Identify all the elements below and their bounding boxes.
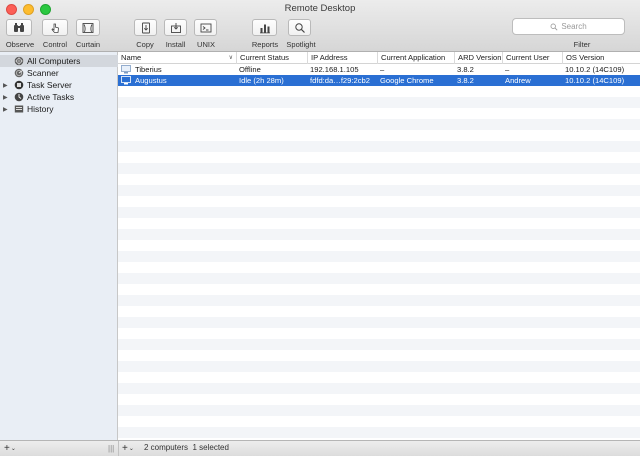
column-header-user[interactable]: Current User — [502, 52, 562, 64]
list-background — [118, 64, 640, 440]
task-server-icon — [14, 80, 24, 90]
sidebar-item-label: Scanner — [27, 68, 59, 78]
unix-label: UNIX — [197, 40, 215, 49]
column-header-os-version[interactable]: OS Version — [562, 52, 640, 64]
observe-button[interactable] — [6, 19, 32, 36]
sort-descending-icon: ∨ — [228, 55, 233, 61]
spotlight-button[interactable] — [288, 19, 311, 36]
resize-handle-icon[interactable]: ||| — [108, 442, 114, 455]
column-header-ip[interactable]: IP Address — [307, 52, 377, 64]
sidebar-item-all-computers[interactable]: All Computers — [0, 55, 118, 67]
sidebar-item-label: History — [27, 104, 54, 114]
all-computers-icon — [14, 56, 24, 66]
install-label: Install — [165, 40, 186, 49]
magnifier-icon — [294, 22, 305, 33]
computer-list: Name ∨ Current Status IP Address Current… — [118, 52, 640, 440]
computer-online-icon — [121, 76, 131, 85]
binoculars-icon — [14, 22, 24, 32]
copy-label: Copy — [136, 40, 154, 49]
cell-name: Augustus — [135, 76, 167, 85]
sidebar-item-label: All Computers — [27, 56, 81, 66]
copy-items-icon — [141, 22, 150, 33]
selection-status: 2 computers 1 selected — [144, 443, 229, 452]
divider — [118, 441, 119, 456]
observe-label: Observe — [5, 40, 35, 49]
window-title: Remote Desktop — [284, 3, 356, 14]
disclosure-triangle-icon[interactable]: ▶ — [3, 94, 10, 101]
cell-status: Offline — [239, 65, 261, 74]
column-header-ard-version[interactable]: ARD Version — [454, 52, 502, 64]
sidebar-item-label: Task Server — [27, 80, 72, 90]
sidebar: All Computers Scanner ▶ Task Server ▶ Ac… — [0, 52, 118, 440]
cell-user: – — [505, 65, 510, 74]
reports-button[interactable] — [252, 19, 277, 36]
cell-user: Andrew — [505, 76, 531, 85]
cell-os-version: 10.10.2 (14C109) — [565, 76, 625, 85]
column-header-status[interactable]: Current Status — [236, 52, 307, 64]
install-button[interactable] — [164, 19, 187, 36]
table-row[interactable]: Tiberius Offline 192.168.1.105 – 3.8.2 –… — [118, 64, 640, 75]
reports-label: Reports — [251, 40, 279, 49]
history-icon — [14, 105, 24, 113]
install-package-icon — [170, 22, 181, 33]
search-icon — [550, 23, 558, 31]
cell-ip: 192.168.1.105 — [310, 65, 359, 74]
chevron-down-icon: ⌄ — [128, 446, 134, 452]
add-computer-button[interactable]: + ⌄ — [122, 442, 134, 455]
add-list-button[interactable]: + ⌄ — [4, 442, 16, 455]
hand-cursor-icon — [51, 23, 59, 33]
cell-ip: fdfd:da…f29:2cb2 — [310, 76, 370, 85]
cell-ard-version: 3.8.2 — [457, 76, 474, 85]
curtain-label: Curtain — [75, 40, 101, 49]
spotlight-label: Spotlight — [286, 40, 316, 49]
column-header-name[interactable]: Name ∨ — [118, 52, 236, 64]
curtain-button[interactable] — [76, 19, 100, 36]
sidebar-item-task-server[interactable]: ▶ Task Server — [0, 79, 118, 91]
cell-application: – — [380, 65, 385, 74]
table-row[interactable]: Augustus Idle (2h 28m) fdfd:da…f29:2cb2 … — [118, 75, 640, 86]
toolbar: Remote Desktop Observe Control Curtain C… — [0, 0, 640, 52]
sidebar-item-label: Active Tasks — [27, 92, 75, 102]
computer-offline-icon — [121, 65, 131, 74]
cell-ard-version: 3.8.2 — [457, 65, 474, 74]
sidebar-item-active-tasks[interactable]: ▶ Active Tasks — [0, 91, 118, 103]
chevron-down-icon: ⌄ — [10, 446, 16, 452]
cell-status: Idle (2h 28m) — [239, 76, 284, 85]
control-button[interactable] — [42, 19, 68, 36]
copy-button[interactable] — [134, 19, 157, 36]
bottom-bar: + ⌄ ||| + ⌄ 2 computers 1 selected — [0, 440, 640, 456]
disclosure-triangle-icon[interactable]: ▶ — [3, 82, 10, 89]
cell-name: Tiberius — [135, 65, 162, 74]
terminal-icon — [200, 23, 211, 32]
disclosure-triangle-icon[interactable]: ▶ — [3, 106, 10, 113]
filter-search-field[interactable]: Search — [512, 18, 625, 35]
active-tasks-icon — [14, 92, 24, 102]
control-label: Control — [42, 40, 68, 49]
sidebar-item-scanner[interactable]: Scanner — [0, 67, 118, 79]
curtain-icon — [82, 22, 94, 33]
bar-chart-icon — [259, 24, 270, 33]
scanner-icon — [14, 68, 24, 78]
search-placeholder: Search — [561, 22, 587, 31]
unix-button[interactable] — [194, 19, 217, 36]
cell-os-version: 10.10.2 (14C109) — [565, 65, 625, 74]
cell-application: Google Chrome — [380, 76, 434, 85]
sidebar-item-history[interactable]: ▶ History — [0, 103, 118, 115]
column-header-application[interactable]: Current Application — [377, 52, 454, 64]
filter-label: Filter — [573, 40, 591, 49]
table-header: Name ∨ Current Status IP Address Current… — [118, 52, 640, 64]
